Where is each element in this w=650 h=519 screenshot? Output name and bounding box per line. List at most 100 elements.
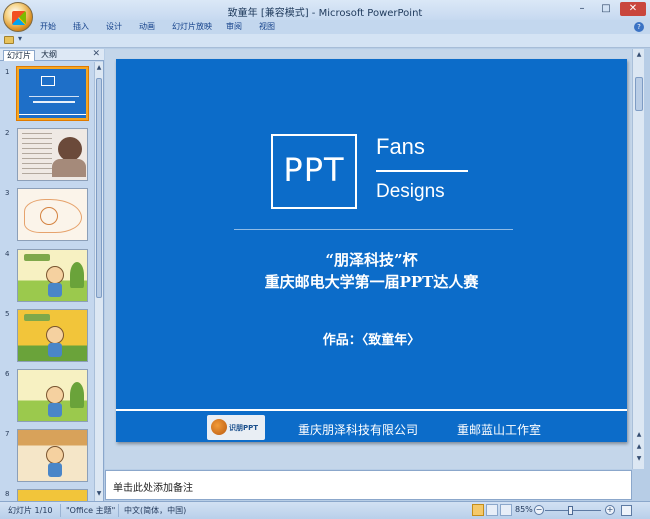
tab-insert[interactable]: 插入 <box>73 21 89 32</box>
thumb-kid-body <box>48 403 62 417</box>
thumb-number: 2 <box>5 129 10 137</box>
panel-close-icon[interactable]: ✕ <box>92 49 100 59</box>
normal-view-icon[interactable] <box>472 504 484 516</box>
thumb-number: 7 <box>5 430 10 438</box>
thumb-kid-body <box>48 283 62 297</box>
window-title: 致童年 [兼容模式] - Microsoft PowerPoint <box>227 8 423 19</box>
language-indicator[interactable]: 中文(简体，中国) <box>124 505 186 516</box>
tab-view[interactable]: 视图 <box>259 21 275 32</box>
tab-review[interactable]: 审阅 <box>226 21 242 32</box>
ppt-logo-text: PPT <box>283 151 345 189</box>
thumb-footer-line <box>19 114 86 115</box>
slide-thumbnail-7[interactable] <box>17 429 88 482</box>
thumb-number: 8 <box>5 490 10 498</box>
maximize-button[interactable]: □ <box>595 2 617 16</box>
thumb-sign <box>24 314 50 321</box>
slide-editor: PPT Fans Designs “朋泽科技”杯 重庆邮电大学第一届PPT达人赛… <box>105 49 632 469</box>
theme-name: "Office 主题" <box>66 506 116 515</box>
next-slide-icon[interactable]: ▼ <box>634 455 644 462</box>
status-separator <box>60 504 61 517</box>
close-button[interactable]: ✕ <box>620 2 646 16</box>
minimize-button[interactable]: – <box>571 2 593 16</box>
thumb-kid-head <box>46 266 64 284</box>
thumb-number: 6 <box>5 370 10 378</box>
slide-thumbnail-2[interactable] <box>17 128 88 181</box>
office-logo-icon <box>12 11 26 25</box>
thumb-kid-head <box>46 326 64 344</box>
thumb-sign <box>24 254 50 261</box>
cup-title: “朋泽科技”杯 <box>325 251 418 269</box>
slide-thumbnail-1[interactable] <box>16 66 89 121</box>
notes-placeholder: 单击此处添加备注 <box>113 483 193 494</box>
tab-outline[interactable]: 大纲 <box>38 50 60 61</box>
thumb-text-lines <box>22 133 52 177</box>
company-logo-icon <box>211 419 227 435</box>
thumb-sketch-circle <box>40 207 58 225</box>
help-icon[interactable]: ? <box>634 22 644 32</box>
status-bar: 幻灯片 1/10 "Office 主题" 中文(简体，中国) 85% − + <box>0 501 650 519</box>
thumb-photo-head <box>58 137 82 161</box>
notes-pane[interactable]: 单击此处添加备注 <box>105 470 632 500</box>
thumb-tree <box>70 382 84 408</box>
work-title: 作品：〈致童年〉 <box>322 333 421 348</box>
thumb-divider <box>29 96 79 97</box>
scroll-down-icon[interactable]: ▼ <box>95 490 103 497</box>
thumb-kid-body <box>48 343 62 357</box>
scroll-up-icon[interactable]: ▲ <box>95 64 103 71</box>
slide-thumbnail-5[interactable] <box>17 309 88 362</box>
fit-to-window-icon[interactable] <box>621 505 632 516</box>
thumb-kid-body <box>48 463 62 477</box>
footer-line <box>116 409 627 411</box>
ribbon-tabs: 开始 插入 设计 动画 幻灯片放映 审阅 视图 ? <box>0 20 650 34</box>
slides-panel: 幻灯片 大纲 ✕ 1 2 3 4 5 6 7 8 ▲ ▼ <box>0 49 104 501</box>
thumbnail-list: 1 2 3 4 5 6 7 8 <box>0 62 94 501</box>
open-folder-icon[interactable] <box>4 36 14 44</box>
tab-animations[interactable]: 动画 <box>139 21 155 32</box>
slideshow-view-icon[interactable] <box>500 504 512 516</box>
zoom-slider[interactable] <box>545 510 601 511</box>
slide-thumbnail-4[interactable] <box>17 249 88 302</box>
slide-thumbnail-3[interactable] <box>17 188 88 241</box>
divider-line <box>234 229 513 230</box>
scroll-up-icon[interactable]: ▲ <box>634 51 644 58</box>
scroll-thumb[interactable] <box>635 77 643 111</box>
tab-slides[interactable]: 幻灯片 <box>3 50 35 61</box>
tab-home[interactable]: 开始 <box>40 21 56 32</box>
thumb-number: 3 <box>5 189 10 197</box>
slide-thumbnail-8[interactable] <box>17 489 88 501</box>
thumb-logo-box <box>41 76 55 86</box>
thumb-kid-head <box>46 386 64 404</box>
office-button[interactable] <box>3 2 33 32</box>
previous-slide-icon[interactable]: ▲ <box>634 443 644 450</box>
slide-sorter-icon[interactable] <box>486 504 498 516</box>
title-bar: 致童年 [兼容模式] - Microsoft PowerPoint – □ ✕ <box>0 0 650 20</box>
zoom-slider-knob[interactable] <box>568 506 573 515</box>
thumb-photo-body <box>52 159 86 177</box>
thumb-number: 1 <box>5 68 10 76</box>
fans-text: Fans <box>376 134 425 159</box>
studio-name: 重邮蓝山工作室 <box>457 423 542 437</box>
company-logo: 识朋PPT <box>207 415 265 440</box>
scroll-thumb[interactable] <box>96 78 102 298</box>
company-name: 重庆朋泽科技有限公司 <box>298 423 419 437</box>
contest-title: 重庆邮电大学第一届PPT达人赛 <box>264 273 479 291</box>
thumb-number: 5 <box>5 310 10 318</box>
slide-thumbnail-6[interactable] <box>17 369 88 422</box>
zoom-in-button[interactable]: + <box>605 505 615 515</box>
quick-access-toolbar: ▾ <box>0 34 650 48</box>
scroll-down-icon[interactable]: ▲ <box>634 431 644 438</box>
customize-toolbar-dropdown[interactable]: ▾ <box>18 34 22 43</box>
thumb-title-bar <box>33 101 75 103</box>
zoom-level[interactable]: 85% <box>515 505 533 514</box>
designs-text: Designs <box>376 181 445 202</box>
thumb-number: 4 <box>5 250 10 258</box>
panel-tabs: 幻灯片 大纲 ✕ <box>0 49 104 61</box>
slide-scrollbar[interactable]: ▲ ▲ ▲ ▼ <box>632 49 644 469</box>
thumb-tree <box>70 262 84 288</box>
thumbnail-scrollbar[interactable]: ▲ ▼ <box>94 62 103 501</box>
current-slide[interactable]: PPT Fans Designs “朋泽科技”杯 重庆邮电大学第一届PPT达人赛… <box>116 59 627 442</box>
zoom-out-button[interactable]: − <box>534 505 544 515</box>
status-separator <box>118 504 119 517</box>
tab-design[interactable]: 设计 <box>106 21 122 32</box>
tab-slideshow[interactable]: 幻灯片放映 <box>172 21 212 32</box>
